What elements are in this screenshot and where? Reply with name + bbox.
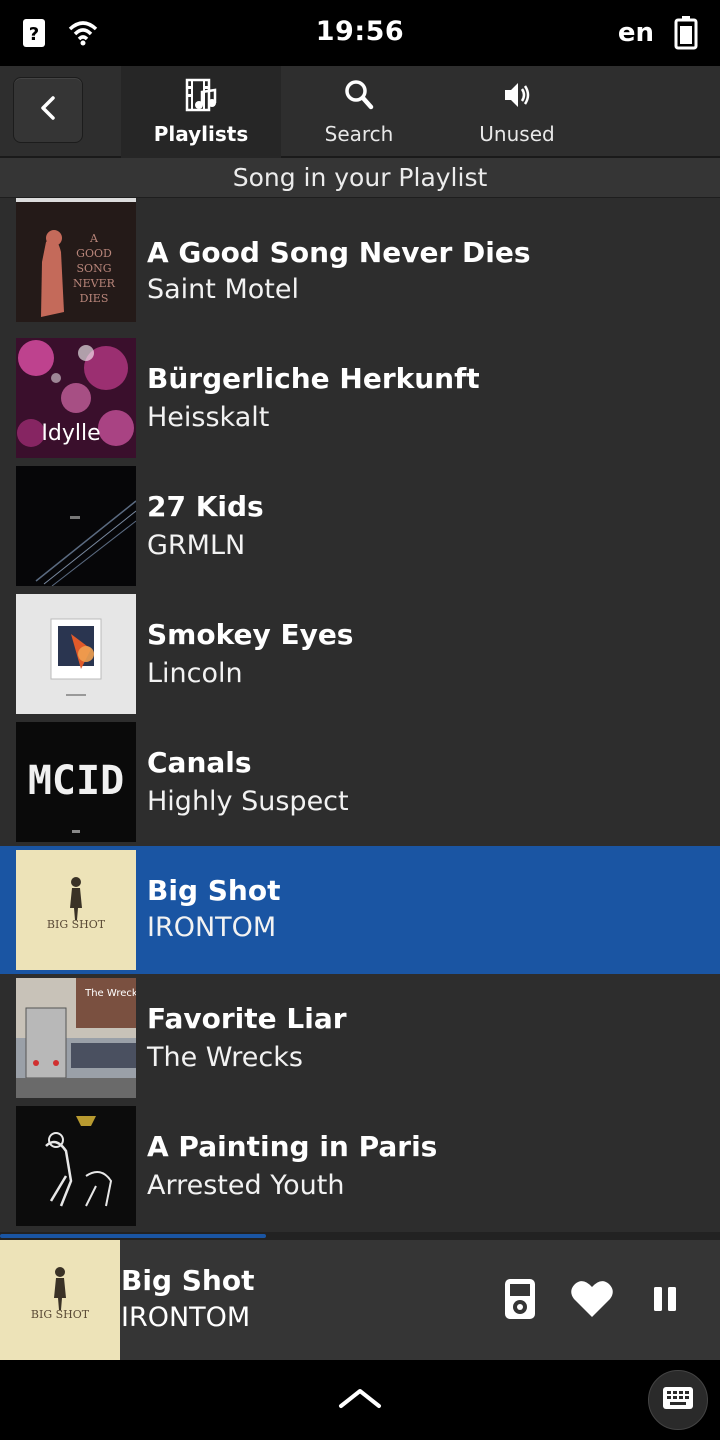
song-artist: The Wrecks [147, 1042, 303, 1073]
song-artist: IRONTOM [147, 912, 277, 943]
song-title: Bürgerliche Herkunft [147, 362, 480, 395]
status-bar: ? 19:56 en [0, 0, 720, 66]
song-title: A Good Song Never Dies [147, 236, 531, 269]
section-title: Song in your Playlist [0, 158, 720, 198]
tab-label: Search [324, 122, 394, 146]
album-art [16, 1106, 136, 1226]
song-row-favorite-liar[interactable]: The Wrecks Favorite Liar The Wrecks [0, 968, 720, 1098]
song-title: Smokey Eyes [147, 618, 354, 651]
battery-icon [674, 16, 698, 54]
album-art: The Wrecks [16, 978, 136, 1098]
art-lettering: A [89, 232, 99, 245]
heart-icon [570, 1279, 614, 1323]
tab-label: Unused [479, 122, 555, 146]
song-row-canals[interactable]: MCID Canals Highly Suspect [0, 712, 720, 842]
back-arrow-icon [38, 94, 58, 126]
playback-progress-bar[interactable] [0, 1232, 720, 1240]
now-playing-artist: IRONTOM [121, 1302, 251, 1333]
tab-search[interactable]: Search [281, 66, 437, 158]
song-artist: GRMLN [147, 530, 246, 561]
favorite-button[interactable] [567, 1276, 617, 1326]
album-art: A GOOD SONG NEVER DIES [16, 202, 136, 322]
now-playing-bar[interactable]: BIG SHOT Big Shot IRONTOM [0, 1240, 720, 1360]
language-indicator: en [617, 18, 654, 48]
device-button[interactable] [495, 1276, 545, 1326]
system-bottom-bar [0, 1360, 720, 1440]
speaker-icon [501, 78, 533, 116]
svg-text:NEVER: NEVER [73, 277, 116, 290]
pause-icon [651, 1284, 679, 1318]
tab-unused[interactable]: Unused [437, 66, 597, 158]
song-artist: Lincoln [147, 658, 243, 689]
song-artist: Heisskalt [147, 402, 270, 433]
album-art: Idylle [16, 338, 136, 458]
svg-text:SONG: SONG [77, 262, 112, 275]
svg-text:GOOD: GOOD [76, 247, 112, 260]
chevron-up-icon [337, 1386, 383, 1414]
song-row-smokey-eyes[interactable]: Smokey Eyes Lincoln [0, 584, 720, 714]
svg-text:Idylle: Idylle [41, 421, 100, 446]
album-art [16, 466, 136, 586]
tab-label: Playlists [153, 122, 249, 146]
tab-playlists[interactable]: Playlists [121, 66, 281, 158]
song-row-27-kids[interactable]: 27 Kids GRMLN [0, 456, 720, 586]
now-playing-title: Big Shot [121, 1264, 255, 1297]
song-artist: Saint Motel [147, 274, 299, 305]
song-row-a-painting-in-paris[interactable]: A Painting in Paris Arrested Youth [0, 1096, 720, 1226]
album-art: MCID [16, 722, 136, 842]
song-artist: Arrested Youth [147, 1170, 345, 1201]
svg-text:MCID: MCID [28, 758, 124, 804]
pause-button[interactable] [640, 1276, 690, 1326]
now-playing-album-art: BIG SHOT [0, 1240, 120, 1360]
svg-text:The Wrecks: The Wrecks [84, 988, 136, 999]
search-icon [343, 78, 375, 116]
song-list[interactable]: A GOOD SONG NEVER DIES A Good Song Never… [0, 198, 720, 1232]
song-title: Canals [147, 746, 252, 779]
song-title: 27 Kids [147, 490, 264, 523]
svg-text:BIG SHOT: BIG SHOT [31, 1308, 90, 1321]
svg-text:DIES: DIES [80, 292, 109, 305]
keyboard-button[interactable] [648, 1370, 708, 1430]
clock: 19:56 [315, 16, 405, 47]
film-music-icon [185, 78, 217, 116]
album-art [16, 594, 136, 714]
playback-progress-fill [0, 1234, 267, 1238]
back-button[interactable] [13, 77, 83, 143]
song-row-big-shot[interactable]: BIG SHOT Big Shot IRONTOM [0, 846, 720, 974]
expand-button[interactable] [335, 1380, 385, 1420]
song-title: Favorite Liar [147, 1002, 347, 1035]
svg-text:BIG SHOT: BIG SHOT [47, 918, 106, 931]
device-icon [503, 1277, 537, 1325]
song-row-burgerliche-herkunft[interactable]: Idylle Bürgerliche Herkunft Heisskalt [0, 328, 720, 458]
song-title: A Painting in Paris [147, 1130, 438, 1163]
song-title: Big Shot [147, 874, 281, 907]
song-artist: Highly Suspect [147, 786, 349, 817]
album-art: BIG SHOT [16, 850, 136, 970]
keyboard-icon [662, 1386, 694, 1414]
header-bar: Playlists Search Unused [0, 66, 720, 158]
song-row-a-good-song-never-dies[interactable]: A GOOD SONG NEVER DIES A Good Song Never… [0, 198, 720, 326]
